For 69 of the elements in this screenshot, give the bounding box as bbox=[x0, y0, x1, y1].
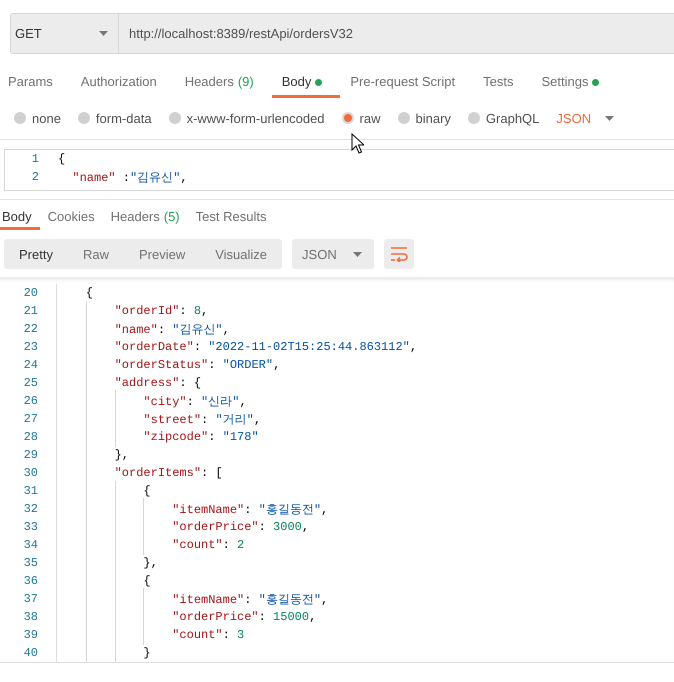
line-number: 24 bbox=[22, 358, 38, 372]
code-line: "count": 2 bbox=[57, 538, 244, 552]
response-tab[interactable]: Body bbox=[0, 209, 40, 230]
line-number: 27 bbox=[22, 412, 38, 426]
body-type-radio[interactable]: form-data bbox=[78, 110, 152, 126]
line-number: 38 bbox=[22, 610, 38, 624]
code-line: "name" :"김유신", bbox=[71, 170, 188, 186]
request-tab[interactable]: Params bbox=[0, 70, 71, 98]
body-type-radio[interactable]: x-www-form-urlencoded bbox=[168, 110, 325, 126]
response-tab[interactable]: Test Results bbox=[188, 209, 274, 230]
caret-icon bbox=[605, 116, 614, 120]
code-line: "address": { bbox=[57, 376, 202, 390]
line-number: 39 bbox=[22, 628, 38, 642]
line-number: 20 bbox=[22, 286, 38, 300]
line-number: 2 bbox=[30, 170, 39, 184]
response-tab[interactable]: Headers (5) bbox=[102, 209, 188, 230]
code-line: }, bbox=[57, 556, 158, 570]
view-mode-tab[interactable]: Raw bbox=[68, 239, 124, 269]
request-tab[interactable]: Tests bbox=[473, 70, 532, 98]
line-number: 29 bbox=[22, 448, 38, 462]
line-number: 26 bbox=[22, 394, 38, 408]
body-type-radio[interactable]: none bbox=[14, 110, 61, 126]
response-format-dropdown[interactable]: JSON bbox=[292, 239, 374, 269]
line-number: 35 bbox=[22, 556, 38, 570]
line-number: 28 bbox=[22, 430, 38, 444]
response-tab[interactable]: Cookies bbox=[40, 209, 103, 230]
request-tab[interactable]: Headers (9) bbox=[174, 70, 272, 98]
body-type-radio[interactable]: raw bbox=[342, 110, 380, 126]
mouse-pointer-icon bbox=[351, 133, 364, 154]
code-line: }, bbox=[57, 448, 130, 462]
code-line: } bbox=[57, 646, 151, 660]
code-line: "zipcode": "178" bbox=[57, 430, 259, 444]
line-number: 32 bbox=[22, 502, 38, 516]
format-dropdown[interactable]: JSON bbox=[556, 110, 614, 126]
request-tab[interactable]: Authorization bbox=[70, 70, 175, 98]
view-mode-tab[interactable]: Preview bbox=[124, 239, 200, 269]
line-number: 33 bbox=[22, 520, 38, 534]
code-line: { bbox=[58, 152, 66, 166]
code-line: "name": "김유신", bbox=[57, 320, 230, 338]
line-number: 37 bbox=[22, 592, 38, 606]
line-number: 34 bbox=[22, 538, 38, 552]
view-mode-tab[interactable]: Pretty bbox=[4, 239, 68, 269]
line-number: 23 bbox=[22, 340, 38, 354]
line-number: 22 bbox=[22, 322, 38, 336]
code-line: "orderPrice": 3000, bbox=[57, 520, 310, 534]
caret-icon bbox=[352, 252, 362, 256]
code-line: { bbox=[84, 286, 94, 300]
request-body-editor[interactable]: 1 { 2 "name" :"김유신", bbox=[4, 149, 674, 191]
line-number: 30 bbox=[22, 466, 38, 480]
line-number: 25 bbox=[22, 376, 38, 390]
code-line: "orderPrice": 15000, bbox=[57, 610, 316, 624]
line-number: 36 bbox=[22, 574, 38, 588]
line-number: 1 bbox=[30, 152, 39, 166]
line-number: 21 bbox=[22, 304, 38, 318]
code-line: "orderId": 8, bbox=[57, 304, 208, 318]
line-number: 40 bbox=[22, 646, 38, 660]
body-type-radio[interactable]: binary bbox=[398, 110, 451, 126]
code-line: "orderItems": [ bbox=[57, 466, 223, 480]
code-line: "orderStatus": "ORDER", bbox=[57, 358, 280, 372]
request-tab[interactable]: Settings bbox=[531, 70, 618, 98]
wrap-lines-button[interactable] bbox=[384, 239, 414, 269]
wrap-icon bbox=[388, 246, 409, 262]
code-line: "orderDate": "2022-11-02T15:25:44.863112", bbox=[57, 340, 418, 354]
line-number: 31 bbox=[22, 484, 38, 498]
request-tab[interactable]: Pre-request Script bbox=[340, 70, 474, 98]
request-tab[interactable]: Body bbox=[272, 70, 340, 98]
body-type-radio[interactable]: GraphQL bbox=[468, 110, 540, 126]
view-mode-tab[interactable]: Visualize bbox=[200, 239, 282, 269]
code-line: "count": 3 bbox=[57, 628, 244, 642]
